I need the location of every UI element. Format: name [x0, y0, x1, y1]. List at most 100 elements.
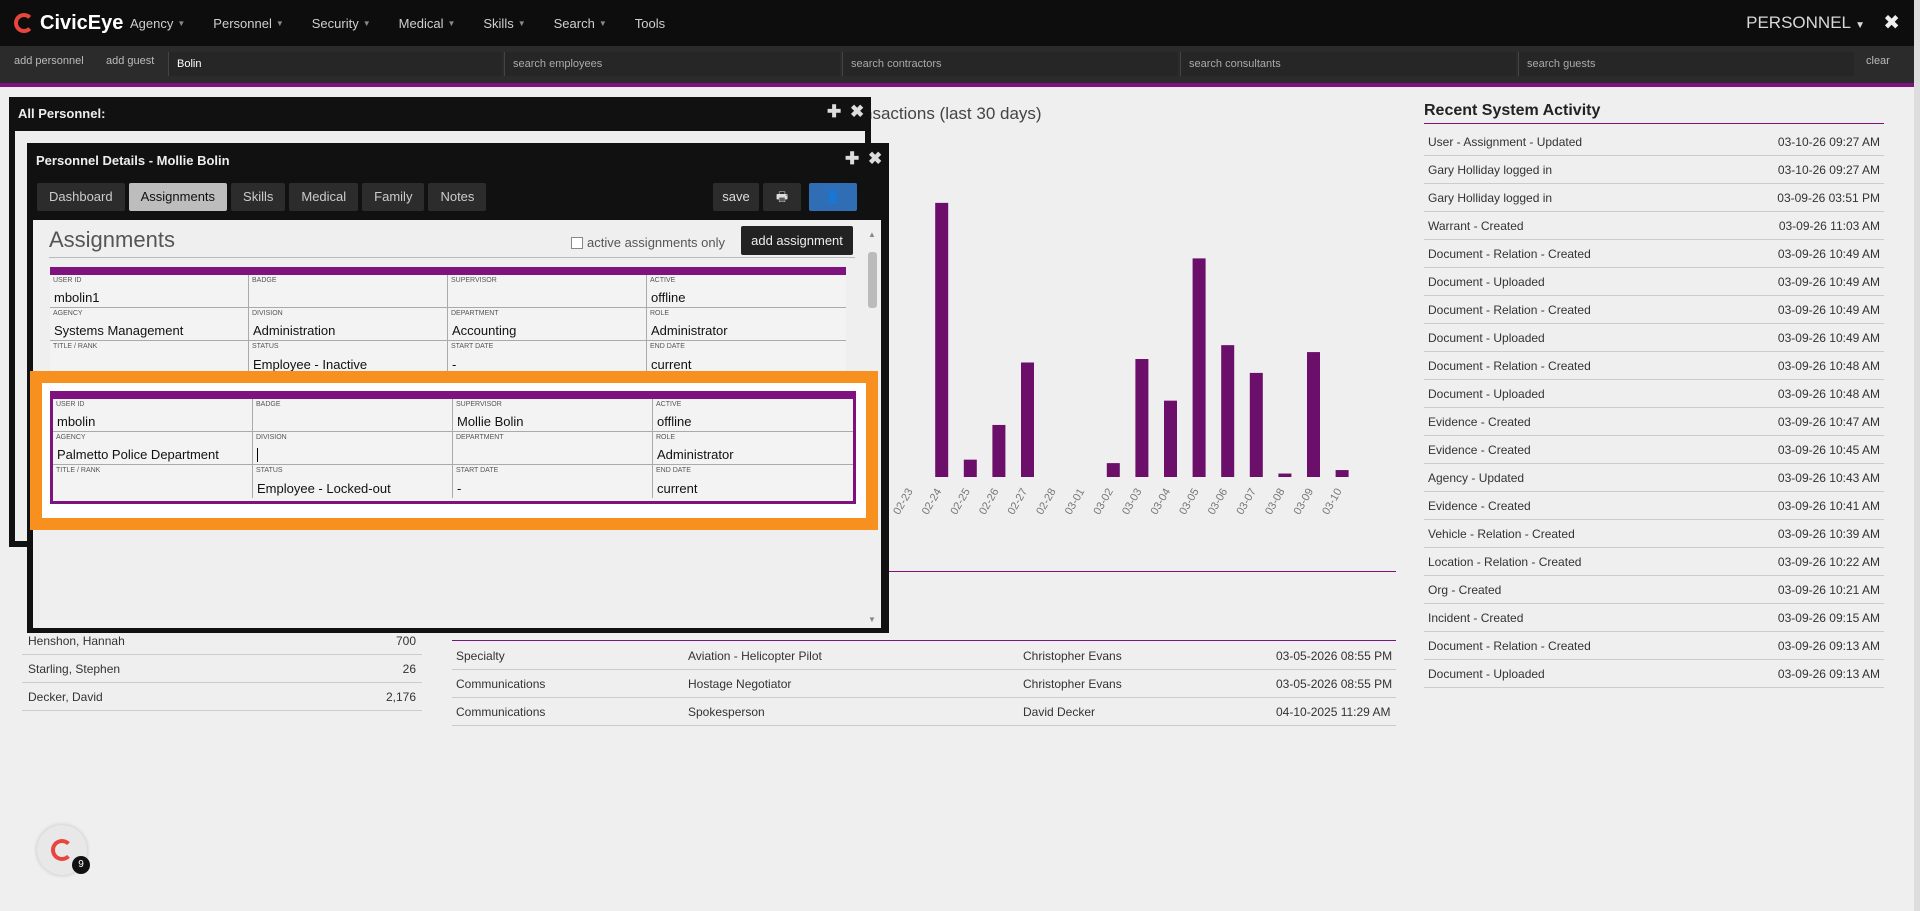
personnel-search-input[interactable]: Bolin	[168, 52, 502, 76]
role-field[interactable]: ROLE Administrator	[647, 308, 846, 341]
chart-bar[interactable]	[1335, 470, 1349, 477]
agency-field[interactable]: AGENCY Systems Management	[50, 308, 249, 341]
department-field[interactable]: DEPARTMENT Accounting	[448, 308, 647, 341]
user-id-field[interactable]: USER ID mbolin	[53, 399, 253, 432]
save-button[interactable]: save	[713, 183, 759, 211]
search-guests-input[interactable]: search guests	[1518, 52, 1854, 76]
close-icon[interactable]: ✖	[850, 102, 864, 122]
search-contractors-input[interactable]: search contractors	[842, 52, 1178, 76]
nav-tools[interactable]: Tools	[635, 16, 665, 31]
activity-row[interactable]: Document - Uploaded 03-09-26 10:49 AM	[1424, 268, 1884, 296]
nav-agency[interactable]: Agency ▼	[130, 16, 185, 31]
activity-row[interactable]: Org - Created 03-09-26 10:21 AM	[1424, 576, 1884, 604]
notifications-button[interactable]: 9	[37, 825, 90, 875]
tab-notes[interactable]: Notes	[428, 183, 487, 211]
role-field[interactable]: ROLE Administrator	[653, 432, 853, 465]
activity-row[interactable]: Document - Relation - Created 03-09-26 10…	[1424, 240, 1884, 268]
chart-bar[interactable]	[1307, 352, 1320, 477]
add-personnel-button[interactable]: add personnel	[14, 55, 84, 67]
activity-row[interactable]: Gary Holliday logged in 03-10-26 09:27 AM	[1424, 156, 1884, 184]
list-item[interactable]: Starling, Stephen 26	[22, 655, 422, 683]
division-field[interactable]: DIVISION Administration	[249, 308, 448, 341]
chart-bar[interactable]	[1135, 359, 1149, 477]
status-field[interactable]: STATUS Employee - Inactive	[249, 341, 448, 374]
plus-icon[interactable]: ✚	[827, 102, 841, 122]
department-field[interactable]: DEPARTMENT	[453, 432, 653, 465]
division-field[interactable]: DIVISION	[253, 432, 453, 465]
tab-medical[interactable]: Medical	[289, 183, 359, 211]
activity-row[interactable]: Document - Uploaded 03-09-26 09:13 AM	[1424, 660, 1884, 688]
tab-skills[interactable]: Skills	[231, 183, 286, 211]
activity-row[interactable]: Document - Uploaded 03-09-26 10:49 AM	[1424, 324, 1884, 352]
chart-bar[interactable]	[1106, 463, 1120, 477]
activity-row[interactable]: Warrant - Created 03-09-26 11:03 AM	[1424, 212, 1884, 240]
badge-field[interactable]: BADGE	[249, 275, 448, 308]
app-logo[interactable]: CivicEye	[14, 10, 123, 36]
supervisor-field[interactable]: SUPERVISOR Mollie Bolin	[453, 399, 653, 432]
tab-assignments[interactable]: Assignments	[128, 183, 228, 211]
scroll-up-icon[interactable]: ▲	[868, 230, 876, 239]
activity-row[interactable]: Agency - Updated 03-09-26 10:43 AM	[1424, 464, 1884, 492]
profile-button[interactable]: 👤	[809, 183, 857, 211]
close-icon[interactable]: ✖	[868, 149, 882, 169]
scrollbar-thumb[interactable]	[868, 252, 877, 308]
end-date-field[interactable]: END DATE current	[653, 465, 853, 498]
chart-bar[interactable]	[1221, 345, 1235, 477]
activity-row[interactable]: Vehicle - Relation - Created 03-09-26 10:…	[1424, 520, 1884, 548]
activity-row[interactable]: Evidence - Created 03-09-26 10:41 AM	[1424, 492, 1884, 520]
list-item[interactable]: Decker, David 2,176	[22, 683, 422, 711]
add-assignment-button[interactable]: add assignment	[741, 226, 853, 255]
nav-skills[interactable]: Skills ▼	[483, 16, 525, 31]
search-consultants-input[interactable]: search consultants	[1180, 52, 1516, 76]
active-field[interactable]: ACTIVE offline	[647, 275, 846, 308]
nav-medical[interactable]: Medical ▼	[399, 16, 456, 31]
plus-icon[interactable]: ✚	[845, 149, 859, 169]
chart-bar[interactable]	[1021, 362, 1034, 477]
activity-row[interactable]: Document - Relation - Created 03-09-26 10…	[1424, 296, 1884, 324]
activity-row[interactable]: Document - Uploaded 03-09-26 10:48 AM	[1424, 380, 1884, 408]
tab-family[interactable]: Family	[362, 183, 425, 211]
supervisor-field[interactable]: SUPERVISOR	[448, 275, 647, 308]
section-dropdown[interactable]: PERSONNEL ▼	[1746, 13, 1865, 33]
agency-field[interactable]: AGENCY Palmetto Police Department	[53, 432, 253, 465]
table-row[interactable]: Communications Spokesperson David Decker…	[452, 698, 1396, 726]
title-rank-field[interactable]: TITLE / RANK	[53, 465, 253, 498]
tab-dashboard[interactable]: Dashboard	[37, 183, 125, 211]
activity-row[interactable]: Evidence - Created 03-09-26 10:45 AM	[1424, 436, 1884, 464]
start-date-field[interactable]: START DATE -	[453, 465, 653, 498]
nav-security[interactable]: Security ▼	[312, 16, 371, 31]
clear-button[interactable]: clear	[1866, 55, 1890, 67]
activity-row[interactable]: Document - Relation - Created 03-09-26 09…	[1424, 632, 1884, 660]
scroll-down-icon[interactable]: ▼	[868, 615, 876, 624]
activity-row[interactable]: Incident - Created 03-09-26 09:15 AM	[1424, 604, 1884, 632]
chart-bar[interactable]	[1249, 372, 1263, 477]
page-scrollbar[interactable]	[1914, 0, 1920, 911]
search-employees-input[interactable]: search employees	[504, 52, 840, 76]
chart-bar[interactable]	[963, 459, 977, 477]
end-date-field[interactable]: END DATE current	[647, 341, 846, 374]
active-field[interactable]: ACTIVE offline	[653, 399, 853, 432]
chart-bar[interactable]	[1164, 400, 1177, 477]
nav-personnel[interactable]: Personnel ▼	[213, 16, 283, 31]
activity-row[interactable]: Evidence - Created 03-09-26 10:47 AM	[1424, 408, 1884, 436]
close-icon[interactable]: ✖	[1883, 10, 1900, 35]
chart-bar[interactable]	[935, 202, 949, 477]
activity-row[interactable]: Location - Relation - Created 03-09-26 10…	[1424, 548, 1884, 576]
print-button[interactable]: 🖶	[763, 183, 801, 211]
activity-row[interactable]: Document - Relation - Created 03-09-26 10…	[1424, 352, 1884, 380]
table-row[interactable]: Specialty Aviation - Helicopter Pilot Ch…	[452, 642, 1396, 670]
activity-row[interactable]: Gary Holliday logged in 03-09-26 03:51 PM	[1424, 184, 1884, 212]
active-only-checkbox[interactable]: active assignments only	[571, 235, 725, 250]
chart-bar[interactable]	[1192, 258, 1206, 477]
add-guest-button[interactable]: add guest	[106, 55, 154, 67]
badge-field[interactable]: BADGE	[253, 399, 453, 432]
title-rank-field[interactable]: TITLE / RANK	[50, 341, 249, 374]
start-date-field[interactable]: START DATE -	[448, 341, 647, 374]
status-field[interactable]: STATUS Employee - Locked-out	[253, 465, 453, 498]
user-id-field[interactable]: USER ID mbolin1	[50, 275, 249, 308]
chart-bar[interactable]	[1278, 473, 1292, 477]
chart-bar[interactable]	[992, 424, 1006, 477]
nav-search[interactable]: Search ▼	[554, 16, 607, 31]
table-row[interactable]: Communications Hostage Negotiator Christ…	[452, 670, 1396, 698]
activity-row[interactable]: User - Assignment - Updated 03-10-26 09:2…	[1424, 128, 1884, 156]
